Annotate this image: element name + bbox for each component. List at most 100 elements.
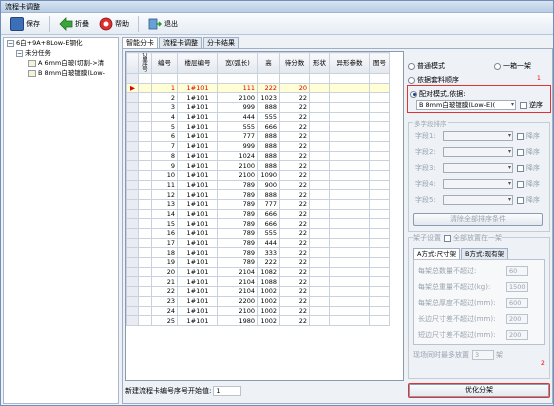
cell-width[interactable]: 789 (217, 257, 258, 268)
cell-qty[interactable]: 22 (279, 111, 310, 123)
table-row[interactable]: 25 1#101 1980 1002 22 (126, 315, 390, 326)
cell-no[interactable]: 16 (151, 228, 178, 239)
table-row[interactable]: 12 1#101 789 888 22 (126, 189, 390, 200)
table-row[interactable]: 8 1#101 1024 888 22 (126, 150, 390, 162)
col-fig[interactable]: 图号 (369, 52, 390, 74)
cell-height[interactable]: 555 (257, 111, 280, 123)
cell-height[interactable]: 222 (257, 257, 280, 268)
cell-shape[interactable] (309, 189, 330, 200)
cell-code[interactable]: 1#101 (177, 121, 218, 133)
cell-qty[interactable]: 22 (279, 179, 310, 191)
cell-param[interactable] (329, 131, 370, 142)
table-row[interactable]: 6 1#101 777 888 22 (126, 131, 390, 142)
field4-select[interactable] (443, 179, 513, 189)
cell-seq[interactable] (138, 160, 152, 171)
cell-code[interactable]: 1#101 (177, 160, 218, 171)
tab-smart-split[interactable]: 智能分卡 (122, 37, 158, 48)
cell-fig[interactable] (369, 228, 390, 239)
tree-group[interactable]: − 未分任务 (4, 48, 118, 58)
cell-qty[interactable]: 22 (279, 121, 310, 133)
cell-shape[interactable] (309, 315, 330, 326)
cell-seq[interactable] (138, 305, 152, 317)
cell-fig[interactable] (369, 160, 390, 171)
cell-fig[interactable] (369, 257, 390, 268)
cell-code[interactable]: 1#101 (177, 295, 218, 307)
cell-width[interactable]: 789 (217, 179, 258, 191)
cell-no[interactable]: 18 (151, 247, 178, 259)
cell-seq[interactable] (138, 247, 152, 259)
cell-shape[interactable] (309, 228, 330, 239)
cell-shape[interactable] (309, 286, 330, 297)
cell-code[interactable]: 1#101 (177, 169, 218, 181)
cell-shape[interactable] (309, 169, 330, 181)
cell-seq[interactable] (138, 295, 152, 307)
cell-qty[interactable]: 22 (279, 266, 310, 278)
cell-width[interactable]: 2100 (217, 305, 258, 317)
cell-param[interactable] (329, 111, 370, 123)
cell-no[interactable]: 3 (151, 102, 178, 113)
match-mode-option[interactable]: 配对模式,依据: (410, 89, 466, 99)
by-material-option[interactable]: 依据套料顺序 (408, 75, 459, 85)
cell-qty[interactable]: 22 (279, 131, 310, 142)
min-racks-input[interactable]: 3 (472, 350, 494, 360)
cell-width[interactable]: 999 (217, 140, 258, 152)
cell-seq[interactable] (138, 131, 152, 142)
cell-height[interactable]: 888 (257, 131, 280, 142)
cell-qty[interactable]: 22 (279, 102, 310, 113)
cell-shape[interactable] (309, 92, 330, 104)
cell-qty[interactable]: 22 (279, 218, 310, 229)
cell-code[interactable]: 1#101 (177, 140, 218, 152)
col-height[interactable]: 高 (257, 52, 280, 74)
cell-fig[interactable] (369, 82, 390, 94)
cell-qty[interactable]: 22 (279, 286, 310, 297)
cell-shape[interactable] (309, 305, 330, 317)
table-row[interactable]: 11 1#101 789 900 22 (126, 179, 390, 191)
cell-seq[interactable] (138, 286, 152, 297)
cell-height[interactable]: 222 (257, 82, 280, 94)
tab-split-result[interactable]: 分卡结果 (203, 37, 239, 48)
cell-fig[interactable] (369, 111, 390, 123)
cell-seq[interactable] (138, 228, 152, 239)
table-row[interactable]: ▶ 1 1#101 111 222 20 (126, 82, 390, 94)
cell-height[interactable]: 888 (257, 189, 280, 200)
cell-no[interactable]: 7 (151, 140, 178, 152)
cell-code[interactable]: 1#101 (177, 102, 218, 113)
optimize-split-button[interactable]: 优化分架 (408, 383, 550, 398)
save-button[interactable]: 保存 (7, 15, 43, 33)
cell-param[interactable] (329, 247, 370, 259)
cell-no[interactable]: 21 (151, 276, 178, 288)
cell-no[interactable]: 12 (151, 189, 178, 200)
cell-seq[interactable] (138, 82, 152, 94)
cell-fig[interactable] (369, 286, 390, 297)
cell-shape[interactable] (309, 276, 330, 288)
cell-param[interactable] (329, 92, 370, 104)
cell-height[interactable]: 666 (257, 218, 280, 229)
col-code[interactable]: 楼层编号 (177, 52, 218, 74)
cell-param[interactable] (329, 305, 370, 317)
max-qty-input[interactable]: 60 (506, 266, 528, 276)
cell-no[interactable]: 13 (151, 198, 178, 210)
cell-no[interactable]: 15 (151, 218, 178, 229)
cell-width[interactable]: 444 (217, 111, 258, 123)
cell-width[interactable]: 2100 (217, 169, 258, 181)
field1-select[interactable] (443, 131, 513, 141)
cell-qty[interactable]: 22 (279, 140, 310, 152)
cell-height[interactable]: 1002 (257, 305, 280, 317)
cell-width[interactable]: 2200 (217, 295, 258, 307)
cell-fig[interactable] (369, 266, 390, 278)
tab-card-adjust[interactable]: 流程卡调整 (159, 37, 202, 48)
cell-height[interactable]: 888 (257, 150, 280, 162)
reverse-option[interactable]: 逆序 (520, 100, 543, 110)
cell-shape[interactable] (309, 160, 330, 171)
checkbox-icon[interactable] (517, 164, 524, 172)
cell-qty[interactable]: 22 (279, 160, 310, 171)
cell-code[interactable]: 1#101 (177, 82, 218, 94)
field5-select[interactable] (443, 195, 513, 205)
cell-fig[interactable] (369, 237, 390, 249)
cell-qty[interactable]: 22 (279, 276, 310, 288)
clear-sort-button[interactable]: 清除全部排序条件 (413, 213, 543, 226)
cell-param[interactable] (329, 140, 370, 152)
cell-shape[interactable] (309, 266, 330, 278)
table-row[interactable]: 23 1#101 2200 1002 22 (126, 295, 390, 307)
cell-height[interactable]: 888 (257, 160, 280, 171)
